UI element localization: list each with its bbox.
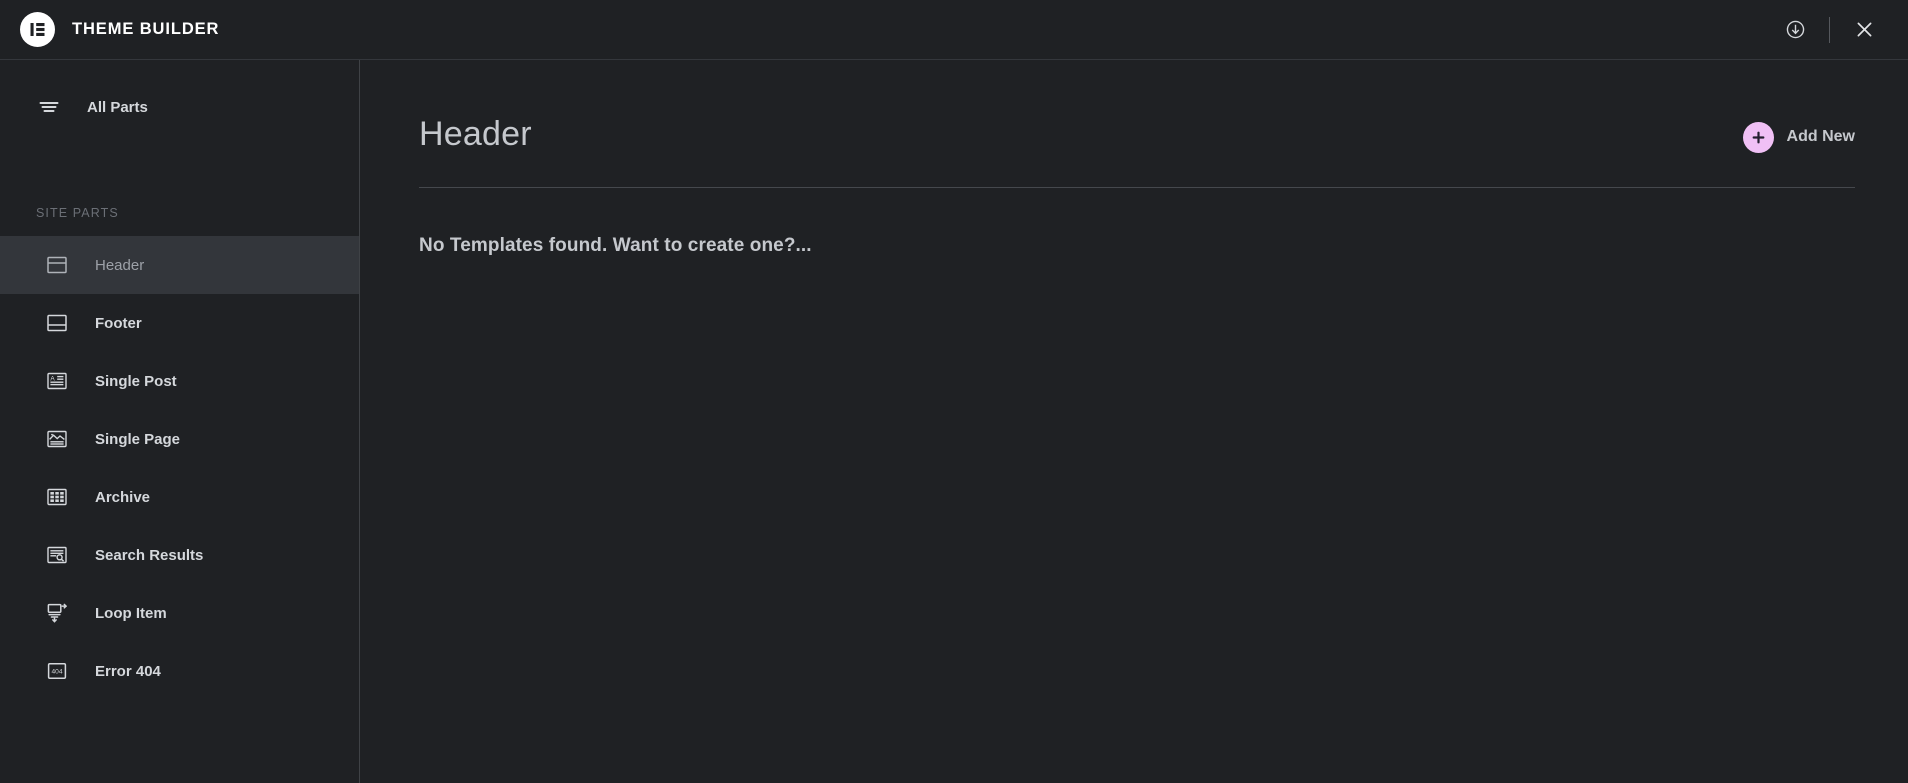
plus-icon xyxy=(1742,121,1774,153)
body-area: All Parts SITE PARTS Header Footer A Sin… xyxy=(0,60,1908,783)
sidebar-nav-list: Header Footer A Single Post Single Page … xyxy=(0,236,359,700)
single-page-icon xyxy=(44,426,70,452)
svg-text:404: 404 xyxy=(51,669,62,676)
elementor-logo-icon xyxy=(20,12,55,47)
top-bar: THEME BUILDER xyxy=(0,0,1908,60)
main-content: Header Add New No Templates found. Want … xyxy=(360,60,1908,783)
sidebar-item-single-page-label: Single Page xyxy=(95,430,181,448)
top-bar-separator xyxy=(1829,16,1830,43)
main-divider xyxy=(419,187,1855,188)
sidebar-item-search-results-label: Search Results xyxy=(95,546,204,564)
sidebar-item-footer-label: Footer xyxy=(95,314,142,332)
sidebar-item-all-parts-label: All Parts xyxy=(87,98,148,116)
sidebar-item-footer[interactable]: Footer xyxy=(0,294,359,352)
svg-text:A: A xyxy=(50,375,55,382)
brand-title: THEME BUILDER xyxy=(72,20,220,38)
sidebar-item-single-page[interactable]: Single Page xyxy=(0,410,359,468)
import-export-icon[interactable] xyxy=(1773,8,1817,52)
single-post-icon: A xyxy=(44,368,70,394)
sidebar-item-archive-label: Archive xyxy=(95,488,151,506)
main-header: Header Add New xyxy=(419,60,1855,154)
sidebar-item-single-post-label: Single Post xyxy=(95,372,177,390)
sidebar-item-header-label: Header xyxy=(95,256,145,274)
empty-state-message: No Templates found. Want to create one?.… xyxy=(419,235,812,256)
brand: THEME BUILDER xyxy=(20,12,219,47)
sidebar-item-loop-item[interactable]: Loop Item xyxy=(0,584,359,642)
sidebar-item-archive[interactable]: Archive xyxy=(0,468,359,526)
filter-lines-icon xyxy=(36,94,62,120)
sidebar-item-error-404-label: Error 404 xyxy=(95,662,161,680)
theme-builder-window: THEME BUILDER All Parts SITE PARTS Heade… xyxy=(0,0,1908,783)
sidebar-section-label: SITE PARTS xyxy=(36,206,119,220)
sidebar-item-header[interactable]: Header xyxy=(0,236,359,294)
sidebar: All Parts SITE PARTS Header Footer A Sin… xyxy=(0,60,360,783)
sidebar-item-loop-item-label: Loop Item xyxy=(95,604,167,622)
loop-item-icon xyxy=(44,600,70,626)
footer-layout-icon xyxy=(44,310,70,336)
search-results-icon xyxy=(44,542,70,568)
sidebar-item-single-post[interactable]: A Single Post xyxy=(0,352,359,410)
top-bar-actions xyxy=(1773,8,1886,52)
close-icon[interactable] xyxy=(1842,8,1886,52)
add-new-button[interactable]: Add New xyxy=(1742,121,1855,153)
header-layout-icon xyxy=(44,252,70,278)
sidebar-item-error-404[interactable]: 404 Error 404 xyxy=(0,642,359,700)
page-title: Header xyxy=(419,115,532,153)
archive-grid-icon xyxy=(44,484,70,510)
error-404-icon: 404 xyxy=(44,658,70,684)
add-new-label: Add New xyxy=(1786,128,1855,145)
sidebar-item-all-parts[interactable]: All Parts xyxy=(0,82,359,132)
sidebar-item-search-results[interactable]: Search Results xyxy=(0,526,359,584)
